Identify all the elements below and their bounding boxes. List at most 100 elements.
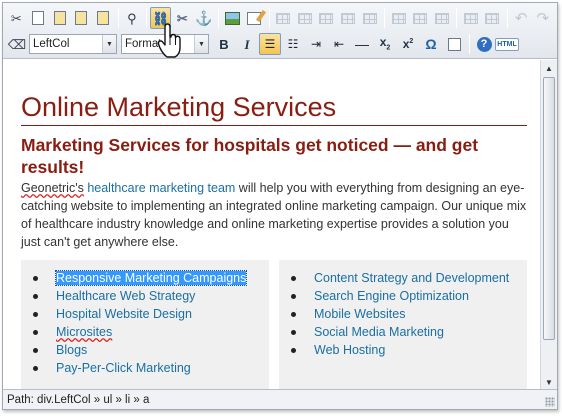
anchor-icon[interactable]: ⚓ [194, 7, 215, 29]
redo-icon[interactable]: ↷ [532, 7, 553, 29]
html-label: HTML [495, 37, 519, 51]
special-char-button[interactable]: Ω [420, 33, 442, 55]
list-item[interactable]: Mobile Websites [279, 305, 527, 323]
selected-link[interactable]: Responsive Marketing Campaigns [54, 270, 248, 286]
list-item[interactable]: Content Strategy and Development [279, 269, 527, 287]
format-select-value: Format [125, 38, 162, 50]
subscript-button[interactable]: x2 [374, 33, 396, 55]
bullet-icon [33, 312, 38, 317]
list-item[interactable]: Responsive Marketing Campaigns [21, 269, 269, 287]
scrollbar-thumb[interactable] [543, 77, 555, 340]
italic-button[interactable]: I [236, 33, 258, 55]
list-link[interactable]: Pay-Per-Click Marketing [56, 361, 191, 375]
table-props-icon[interactable] [294, 7, 315, 29]
toolbar-separator [384, 8, 386, 28]
bullet-icon [291, 312, 296, 317]
toolbar-separator [218, 8, 220, 28]
toolbar-separator [469, 34, 470, 54]
toolbar-separator [456, 8, 458, 28]
list-link[interactable]: Hospital Website Design [56, 307, 192, 321]
list-link[interactable]: Content Strategy and Development [314, 271, 509, 285]
bullet-icon [33, 276, 38, 281]
bullet-icon [291, 276, 296, 281]
rich-text-editor: ✂ ⚲ ⛓ ✂ ⚓ ↶ ↷ ⌫ LeftCol ▼ Format ▼ B I ☰… [2, 2, 558, 410]
chevron-down-icon: ▼ [102, 35, 116, 53]
toolbar-separator [268, 8, 270, 28]
copy-icon[interactable] [28, 7, 49, 29]
style-select-value: LeftCol [33, 38, 70, 50]
toolbar-separator [146, 8, 148, 28]
eraser-icon[interactable]: ⌫ [6, 33, 28, 55]
edit-icon[interactable] [244, 7, 265, 29]
toolbar-separator [117, 8, 119, 28]
merge-icon[interactable] [360, 7, 381, 29]
vertical-scrollbar[interactable]: ▲ ▼ [540, 60, 557, 390]
editor-content-area[interactable]: Online Marketing Services Marketing Serv… [3, 60, 541, 390]
col-icon[interactable] [388, 7, 409, 29]
bullet-icon [33, 366, 38, 371]
list-link[interactable]: Microsites [56, 325, 112, 339]
indent-icon[interactable]: ⇥ [305, 33, 327, 55]
list-link[interactable]: Mobile Websites [314, 307, 405, 321]
bullet-icon [33, 330, 38, 335]
list-item[interactable]: Search Engine Optimization [279, 287, 527, 305]
paste-text-icon[interactable] [71, 7, 92, 29]
bold-button[interactable]: B [213, 33, 235, 55]
scroll-up-icon[interactable]: ▲ [541, 60, 557, 76]
unordered-list-icon[interactable]: ☰ [259, 33, 281, 55]
list-item[interactable]: Healthcare Web Strategy [21, 287, 269, 305]
find-icon[interactable]: ⚲ [122, 7, 143, 29]
healthcare-marketing-link[interactable]: healthcare marketing team [87, 181, 235, 195]
paste-word-icon[interactable] [93, 7, 114, 29]
list-link[interactable]: Healthcare Web Strategy [56, 289, 195, 303]
right-column: Content Strategy and Development Search … [279, 260, 527, 390]
list-item[interactable]: Hospital Website Design [21, 305, 269, 323]
style-select[interactable]: LeftCol ▼ [29, 34, 117, 54]
toolbar-separator [506, 8, 508, 28]
toolbar-row-1: ✂ ⚲ ⛓ ✂ ⚓ ↶ ↷ [6, 6, 554, 30]
list-link[interactable]: Search Engine Optimization [314, 289, 469, 303]
cut-icon[interactable]: ✂ [6, 7, 27, 29]
scroll-down-icon[interactable]: ▼ [541, 374, 557, 390]
intro-company: Geonetric's [21, 181, 84, 195]
delete-col-icon[interactable] [432, 7, 453, 29]
omega-label: Ω [425, 36, 437, 52]
horizontal-rule-icon[interactable]: — [351, 33, 373, 55]
left-column: Responsive Marketing Campaigns Healthcar… [21, 260, 269, 390]
paste-icon[interactable] [49, 7, 70, 29]
bullet-icon [291, 294, 296, 299]
status-bar: Path: div.LeftCol » ul » li » a [3, 389, 557, 409]
intro-paragraph: Geonetric's healthcare marketing team wi… [21, 179, 527, 251]
list-item[interactable]: Microsites [21, 323, 269, 341]
split-icon[interactable] [410, 7, 431, 29]
list-link[interactable]: Blogs [56, 343, 87, 357]
element-path: Path: div.LeftCol » ul » li » a [7, 393, 150, 406]
list-item[interactable]: Pay-Per-Click Marketing [21, 359, 269, 377]
row-icon[interactable] [316, 7, 337, 29]
toolbar-row-2: ⌫ LeftCol ▼ Format ▼ B I ☰ ☷ ⇥ ⇤ — x2 x2… [6, 32, 554, 56]
superscript-button[interactable]: x2 [397, 33, 419, 55]
help-button[interactable]: ? [473, 33, 495, 55]
table-grid2-icon[interactable] [482, 7, 503, 29]
bold-label: B [219, 36, 229, 52]
undo-icon[interactable]: ↶ [511, 7, 532, 29]
list-item[interactable]: Blogs [21, 341, 269, 359]
resize-grip-icon[interactable] [545, 397, 555, 407]
cell-icon[interactable] [338, 7, 359, 29]
toolbar: ✂ ⚲ ⛓ ✂ ⚓ ↶ ↷ ⌫ LeftCol ▼ Format ▼ B I ☰… [3, 3, 557, 59]
list-link[interactable]: Social Media Marketing [314, 325, 444, 339]
html-source-button[interactable]: HTML [495, 33, 519, 55]
bullet-icon [291, 348, 296, 353]
table-grid-icon[interactable] [460, 7, 481, 29]
chevron-down-icon: ▼ [194, 35, 208, 53]
outdent-icon[interactable]: ⇤ [328, 33, 350, 55]
ordered-list-icon[interactable]: ☷ [282, 33, 304, 55]
list-item[interactable]: Social Media Marketing [279, 323, 527, 341]
bullet-icon [33, 294, 38, 299]
table-icon[interactable] [273, 7, 294, 29]
list-link[interactable]: Web Hosting [314, 343, 385, 357]
page-properties-icon[interactable] [443, 33, 465, 55]
insert-image-icon[interactable] [222, 7, 243, 29]
right-services-list: Content Strategy and Development Search … [279, 260, 527, 359]
list-item[interactable]: Web Hosting [279, 341, 527, 359]
